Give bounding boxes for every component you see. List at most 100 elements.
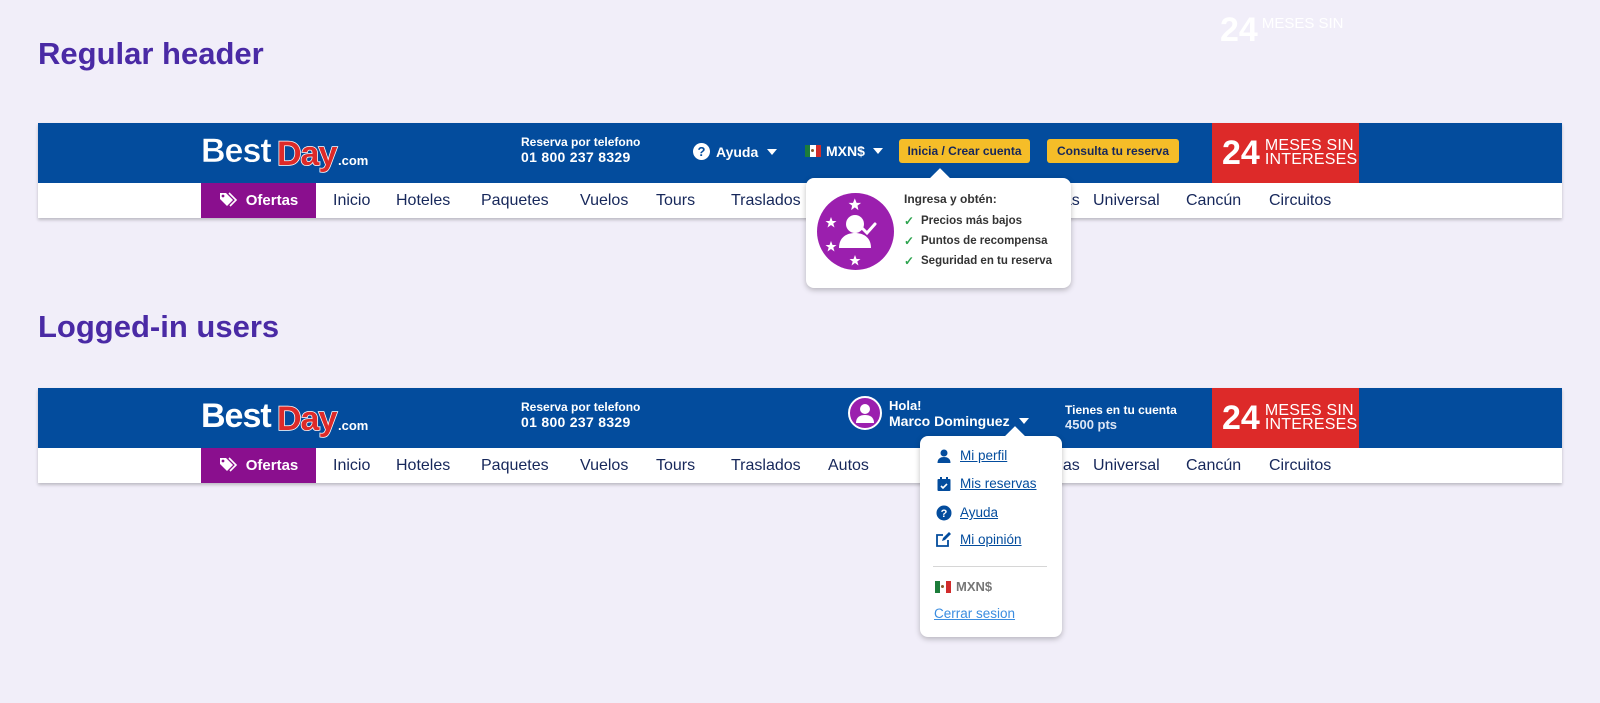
user-name: Marco Dominguez bbox=[889, 412, 1010, 429]
benefit-label: Puntos de recompensa bbox=[921, 235, 1048, 247]
phone-label: Reserva por telefono bbox=[521, 400, 641, 414]
menu-mi-opinion[interactable]: Mi opinión bbox=[935, 531, 1022, 548]
login-button[interactable]: Inicia / Crear cuenta bbox=[899, 139, 1030, 163]
nav-paquetes[interactable]: Paquetes bbox=[481, 457, 549, 475]
benefits-list: ✓ Precios más bajos ✓ Puntos de recompensa… bbox=[904, 211, 1052, 271]
user-menu-trigger[interactable]: Hola! Marco Dominguez bbox=[848, 396, 1029, 430]
check-icon: ✓ bbox=[904, 234, 915, 248]
phone-info[interactable]: Reserva por telefono 01 800 237 8329 bbox=[521, 135, 640, 166]
nav-inicio[interactable]: Inicio bbox=[333, 192, 370, 210]
nav-hoteles[interactable]: Hoteles bbox=[396, 457, 450, 475]
phone-number: 01 800 237 8329 bbox=[521, 149, 631, 165]
chevron-down-icon bbox=[872, 148, 883, 154]
ghost-promo: 24 MESES SIN bbox=[1220, 12, 1344, 48]
promo-number: 24 bbox=[1222, 399, 1260, 437]
check-icon: ✓ bbox=[904, 254, 915, 268]
nav-autos[interactable]: Autos bbox=[828, 457, 869, 475]
main-nav: Ofertas Inicio Hoteles Paquetes Vuelos T… bbox=[38, 448, 1562, 483]
benefit-item: ✓ Seguridad en tu reserva bbox=[904, 251, 1052, 271]
help-icon: ? bbox=[935, 504, 952, 521]
promo-banner[interactable]: 24 MESES SIN INTERESES bbox=[1212, 123, 1359, 183]
nav-vuelos[interactable]: Vuelos bbox=[580, 457, 628, 475]
menu-mis-reservas[interactable]: Mis reservas bbox=[935, 475, 1037, 492]
chevron-down-icon bbox=[767, 148, 778, 155]
nav-universal[interactable]: Universal bbox=[1093, 192, 1160, 210]
logout-link[interactable]: Cerrar sesion bbox=[934, 606, 1015, 621]
svg-text:.com: .com bbox=[338, 418, 368, 433]
nav-circuitos[interactable]: Circuitos bbox=[1269, 192, 1331, 210]
logged-in-title: Logged-in users bbox=[38, 309, 280, 344]
login-benefits-popover: Ingresa y obtén: ✓ Precios más bajos ✓ Pun… bbox=[806, 178, 1071, 288]
menu-ayuda[interactable]: ? Ayuda bbox=[935, 504, 998, 521]
phone-label: Reserva por telefono bbox=[521, 135, 641, 149]
logged-in-header: Best Day .com Reserva por telefono 01 80… bbox=[38, 388, 1562, 483]
currency-dropdown[interactable]: MXN$ bbox=[805, 143, 883, 159]
nav-traslados[interactable]: Traslados bbox=[731, 457, 801, 475]
menu-divider bbox=[933, 566, 1047, 567]
benefit-item: ✓ Precios más bajos bbox=[904, 211, 1052, 231]
menu-currency-label: MXN$ bbox=[956, 579, 993, 594]
points-label: Tienes en tu cuenta bbox=[1065, 403, 1177, 417]
login-popover-heading: Ingresa y obtén: bbox=[904, 192, 997, 206]
nav-universal[interactable]: Universal bbox=[1093, 457, 1160, 475]
nav-vuelos[interactable]: Vuelos bbox=[580, 192, 628, 210]
benefit-label: Precios más bajos bbox=[921, 215, 1022, 227]
mexico-flag-icon bbox=[805, 145, 821, 157]
points-value: 4500 pts bbox=[1065, 417, 1118, 432]
benefit-item: ✓ Puntos de recompensa bbox=[904, 231, 1052, 251]
menu-currency[interactable]: MXN$ bbox=[935, 579, 992, 594]
svg-text:Day: Day bbox=[277, 400, 337, 438]
phone-info[interactable]: Reserva por telefono 01 800 237 8329 bbox=[521, 400, 640, 431]
nav-paquetes[interactable]: Paquetes bbox=[481, 192, 549, 210]
main-nav: Ofertas Inicio Hoteles Paquetes Vuelos T… bbox=[38, 183, 1562, 218]
bestday-logo[interactable]: Best Day .com bbox=[201, 397, 371, 441]
menu-mi-perfil[interactable]: Mi perfil bbox=[935, 447, 1007, 464]
menu-item-label: Mis reservas bbox=[960, 476, 1037, 491]
edit-icon bbox=[935, 531, 952, 548]
check-icon: ✓ bbox=[904, 214, 915, 228]
help-label: Ayuda bbox=[716, 143, 759, 160]
tag-icon bbox=[219, 191, 239, 211]
ofertas-button[interactable]: Ofertas bbox=[201, 183, 316, 218]
promo-banner[interactable]: 24 MESES SIN INTERESES bbox=[1212, 388, 1359, 448]
svg-text:Best: Best bbox=[201, 397, 271, 435]
promo-line2: INTERESES bbox=[1264, 151, 1358, 168]
user-icon bbox=[935, 447, 952, 464]
promo-number: 24 bbox=[1222, 134, 1260, 172]
nav-tours[interactable]: Tours bbox=[656, 192, 695, 210]
regular-header-title: Regular header bbox=[38, 36, 264, 71]
check-reservation-button[interactable]: Consulta tu reserva bbox=[1047, 139, 1179, 163]
header-topbar: Best Day .com Reserva por telefono 01 80… bbox=[38, 123, 1562, 183]
mexico-flag-icon bbox=[935, 580, 951, 593]
nav-traslados[interactable]: Traslados bbox=[731, 192, 801, 210]
svg-text:Best: Best bbox=[201, 132, 271, 170]
bestday-logo[interactable]: Best Day .com bbox=[201, 132, 371, 176]
help-dropdown[interactable]: ? Ayuda bbox=[693, 143, 778, 160]
nav-cancun[interactable]: Cancún bbox=[1186, 192, 1241, 210]
rewards-user-icon bbox=[817, 193, 894, 270]
calendar-check-icon bbox=[935, 475, 952, 492]
currency-label: MXN$ bbox=[826, 143, 865, 159]
promo-line2: INTERESES bbox=[1264, 416, 1358, 433]
menu-item-label: Mi perfil bbox=[960, 448, 1008, 463]
svg-text:Day: Day bbox=[277, 135, 337, 173]
nav-circuitos[interactable]: Circuitos bbox=[1269, 457, 1331, 475]
svg-text:?: ? bbox=[940, 508, 947, 520]
phone-number: 01 800 237 8329 bbox=[521, 414, 631, 430]
header-topbar: Best Day .com Reserva por telefono 01 80… bbox=[38, 388, 1562, 448]
svg-text:.com: .com bbox=[338, 153, 368, 168]
nav-inicio[interactable]: Inicio bbox=[333, 457, 370, 475]
ofertas-label: Ofertas bbox=[245, 457, 299, 474]
tag-icon bbox=[219, 456, 239, 476]
nav-hoteles[interactable]: Hoteles bbox=[396, 192, 450, 210]
nav-tours[interactable]: Tours bbox=[656, 457, 695, 475]
ofertas-button[interactable]: Ofertas bbox=[201, 448, 316, 483]
menu-item-label: Mi opinión bbox=[960, 532, 1022, 547]
nav-cancun[interactable]: Cancún bbox=[1186, 457, 1241, 475]
benefit-label: Seguridad en tu reserva bbox=[921, 255, 1053, 267]
points-balance: Tienes en tu cuenta 4500 pts bbox=[1065, 403, 1177, 432]
user-dropdown-menu: Mi perfil Mis reservas ? Ayuda Mi opinió… bbox=[920, 436, 1062, 637]
ghost-promo-number: 24 bbox=[1220, 11, 1258, 49]
menu-item-label: Ayuda bbox=[960, 505, 999, 520]
user-greeting: Hola! bbox=[889, 397, 922, 413]
